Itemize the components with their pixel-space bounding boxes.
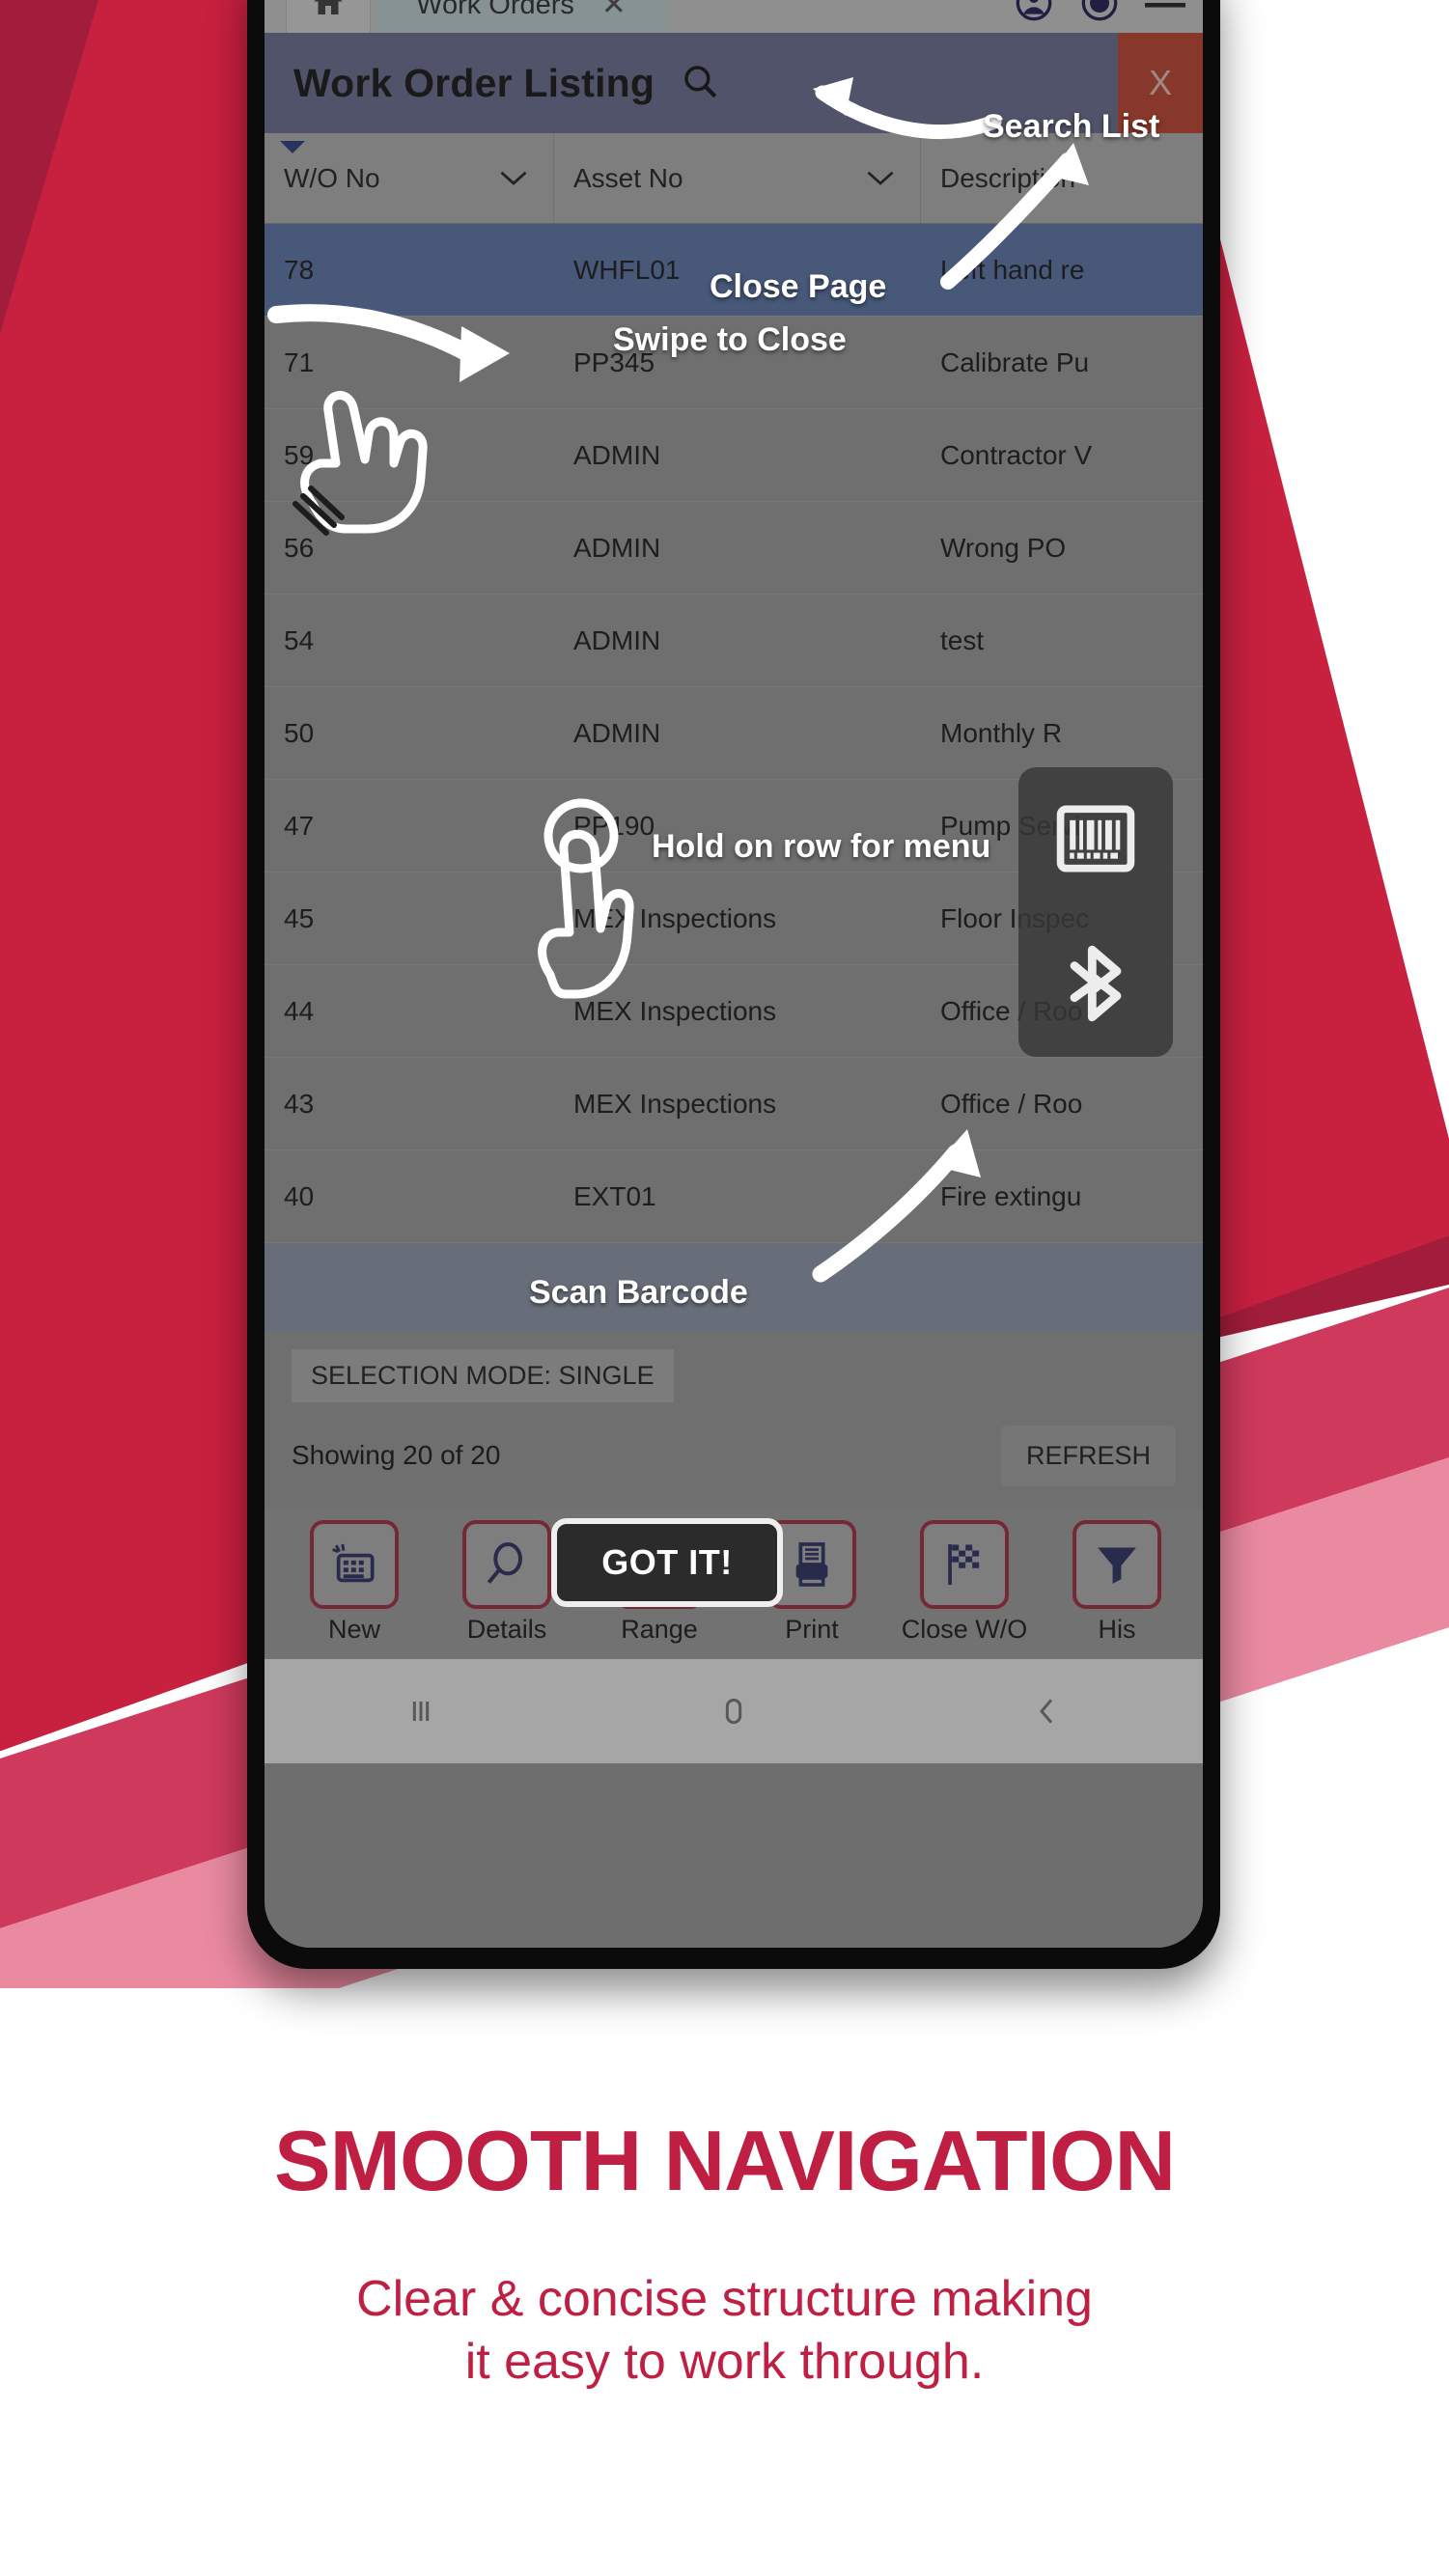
cell-description: Contractor V: [940, 439, 1093, 470]
menu-icon[interactable]: [1145, 0, 1185, 23]
cell-description: test: [940, 624, 985, 655]
chevron-down-icon[interactable]: [499, 163, 528, 194]
new-record-icon: [310, 1520, 399, 1609]
table-row[interactable]: 43 MEX Inspections Office / Roo: [265, 1058, 1203, 1150]
home-button[interactable]: [676, 1692, 792, 1731]
promo-subcopy: Clear & concise structure making it easy…: [0, 2268, 1449, 2394]
back-button[interactable]: [989, 1692, 1104, 1731]
cell-description: Left hand re: [940, 254, 1085, 285]
cell-description: Monthly R: [940, 717, 1063, 748]
search-icon[interactable]: [680, 61, 720, 106]
promo-subcopy-line-1: Clear & concise structure making: [356, 2271, 1093, 2327]
cell-wo-no: 59: [284, 439, 315, 470]
column-label: Description: [940, 162, 1076, 193]
refresh-button[interactable]: REFRESH: [1000, 1425, 1176, 1486]
funnel-icon: [1073, 1520, 1161, 1609]
cell-description: Wrong PO: [940, 532, 1067, 563]
page-title: Work Order Listing: [293, 60, 655, 105]
cell-asset-no: ADMIN: [573, 624, 661, 655]
browser-tab-bar: Work Orders ✕: [265, 0, 1203, 33]
column-header-wo-no[interactable]: W/O No: [265, 133, 554, 223]
cell-wo-no: 44: [284, 995, 315, 1026]
column-label: W/O No: [284, 162, 380, 193]
toolbar-button-history[interactable]: His: [1041, 1520, 1193, 1645]
cell-wo-no: 54: [284, 624, 315, 655]
record-count-label: Showing 20 of 20: [292, 1440, 501, 1470]
cell-description: Office / Roo: [940, 1088, 1083, 1119]
column-header-asset-no[interactable]: Asset No: [554, 133, 921, 223]
app-header: Work Order Listing X: [265, 33, 1203, 133]
toolbar-label: His: [1098, 1615, 1136, 1644]
table-row-empty: [265, 1243, 1203, 1332]
column-header-description[interactable]: Description: [921, 133, 1203, 223]
account-icon[interactable]: [1014, 0, 1054, 23]
toolbar-button-close-wo[interactable]: Close W/O: [888, 1520, 1041, 1645]
cell-asset-no: ADMIN: [573, 532, 661, 563]
toolbar-button-new[interactable]: New: [278, 1520, 431, 1645]
cell-description: Fire extingu: [940, 1180, 1082, 1211]
cell-wo-no: 47: [284, 810, 315, 841]
close-icon[interactable]: ✕: [601, 0, 627, 22]
table-row[interactable]: 50 ADMIN Monthly R: [265, 687, 1203, 780]
cell-asset-no: MEX Inspections: [573, 1088, 777, 1119]
barcode-icon[interactable]: [1051, 794, 1140, 888]
cell-asset-no: ADMIN: [573, 717, 661, 748]
cell-asset-no: PP190: [573, 810, 655, 841]
android-navigation-bar: [265, 1659, 1203, 1763]
toolbar-label: Range: [621, 1615, 698, 1644]
cell-asset-no: MEX Inspections: [573, 902, 777, 933]
cell-wo-no: 50: [284, 717, 315, 748]
promo-headline: SMOOTH NAVIGATION: [273, 2113, 1176, 2208]
cell-asset-no: ADMIN: [573, 439, 661, 470]
cell-asset-no: EXT01: [573, 1180, 656, 1211]
cell-empty: [554, 1243, 921, 1332]
cell-description: Calibrate Pu: [940, 346, 1090, 377]
column-label: Asset No: [573, 162, 683, 193]
status-area: SELECTION MODE: SINGLE Showing 20 of 20 …: [265, 1332, 1203, 1509]
browser-tab-label: Work Orders: [416, 0, 574, 20]
toolbar-label: Print: [785, 1615, 839, 1644]
table-row[interactable]: 78 WHFL01 Left hand re: [265, 224, 1203, 317]
selection-mode-badge: SELECTION MODE: SINGLE: [292, 1349, 674, 1402]
cell-asset-no: PP345: [573, 346, 655, 377]
work-order-table: W/O No Asset No Description 78 WHFL01 Le…: [265, 133, 1203, 1332]
recents-button[interactable]: [363, 1692, 479, 1731]
cell-wo-no: 40: [284, 1180, 315, 1211]
close-page-button[interactable]: X: [1118, 33, 1203, 133]
promo-page: Work Orders ✕ Work Order Listing X W/O N…: [0, 0, 1449, 2576]
table-row[interactable]: 56 ADMIN Wrong PO: [265, 502, 1203, 595]
promo-subcopy-line-2: it easy to work through.: [464, 2334, 985, 2390]
cell-empty: [921, 1243, 1203, 1332]
scan-tools-panel: [1018, 767, 1173, 1057]
browser-tab-work-orders[interactable]: Work Orders ✕: [376, 0, 666, 33]
table-row[interactable]: 59 ADMIN Contractor V: [265, 409, 1203, 502]
home-icon: [309, 0, 348, 25]
cell-empty: [265, 1243, 554, 1332]
table-row[interactable]: 54 ADMIN test: [265, 595, 1203, 687]
table-row[interactable]: 40 EXT01 Fire extingu: [265, 1150, 1203, 1243]
cell-wo-no: 56: [284, 532, 315, 563]
got-it-button[interactable]: GOT IT!: [551, 1518, 783, 1607]
toolbar-label: Details: [466, 1615, 547, 1644]
record-count-row: Showing 20 of 20 REFRESH: [265, 1402, 1203, 1509]
cell-asset-no: WHFL01: [573, 254, 681, 285]
cell-wo-no: 43: [284, 1088, 315, 1119]
toolbar-label: Close W/O: [901, 1615, 1028, 1644]
table-header-row: W/O No Asset No Description: [265, 133, 1203, 224]
cell-asset-no: MEX Inspections: [573, 995, 777, 1026]
magnifier-icon: [462, 1520, 551, 1609]
home-tab-button[interactable]: [286, 0, 371, 33]
chrome-icon-group: [1014, 0, 1185, 33]
checkered-flag-icon: [920, 1520, 1009, 1609]
sort-indicator-icon: [280, 141, 305, 153]
toolbar-label: New: [327, 1615, 380, 1644]
cell-wo-no: 45: [284, 902, 315, 933]
bluetooth-icon[interactable]: [1053, 941, 1138, 1031]
chevron-down-icon[interactable]: [866, 163, 895, 194]
help-icon[interactable]: [1079, 0, 1120, 23]
cell-wo-no: 71: [284, 346, 315, 377]
cell-wo-no: 78: [284, 254, 315, 285]
table-row[interactable]: 71 PP345 Calibrate Pu: [265, 317, 1203, 409]
